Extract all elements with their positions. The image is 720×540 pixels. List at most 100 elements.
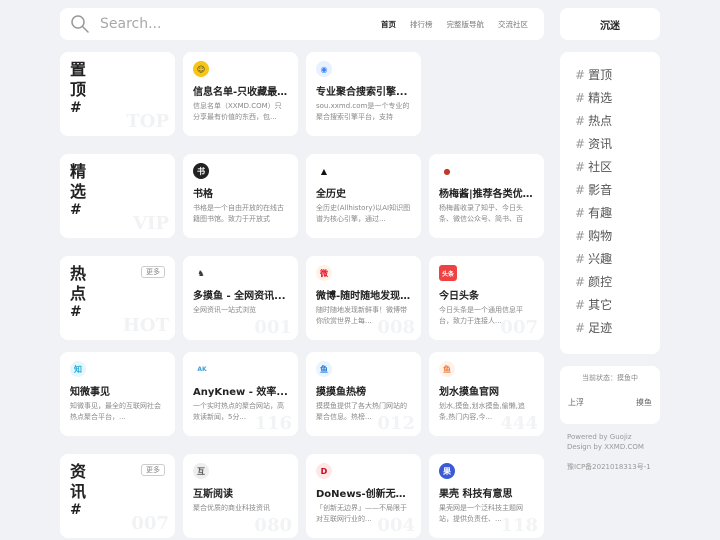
site-card[interactable]: 互互斯阅读 聚合优质的商业科技资讯 080 <box>183 454 298 538</box>
nav-community[interactable]: 交流社区 <box>498 19 528 30</box>
hash-icon: # <box>575 114 586 128</box>
sidebar-item[interactable]: # 颜控 <box>575 271 660 294</box>
site-description: 书格是一个自由开放的在线古籍图书馆。致力于开放式 <box>193 204 284 223</box>
section-label-news: 资讯 # 更多 007 <box>60 454 175 538</box>
more-button[interactable]: 更多 <box>141 266 165 278</box>
footer-design[interactable]: Design by XXMD.COM <box>567 442 651 452</box>
sidebar-item-label: 资讯 <box>588 137 613 151</box>
sidebar-item-label: 颜控 <box>588 275 613 289</box>
site-logo-icon: ▲ <box>316 163 332 179</box>
hash-icon: # <box>575 298 586 312</box>
site-card[interactable]: ▲ 全历史 全历史(Allhistory)以AI知识图谱为核心引擎，通过... <box>306 154 421 238</box>
sidebar-item[interactable]: # 资讯 <box>575 133 660 156</box>
footer-icp[interactable]: 豫ICP备2021018313号-1 <box>567 462 651 472</box>
site-card[interactable]: ♞ 多摸鱼 - 全网资讯... 全网资讯一站式浏览 001 <box>183 256 298 340</box>
site-name: 划水摸鱼官网 <box>439 387 499 398</box>
site-name: DoNews-创新无边... <box>316 489 411 500</box>
sidebar-item-label: 有趣 <box>588 206 613 220</box>
sidebar-item[interactable]: # 有趣 <box>575 202 660 225</box>
sidebar-item-label: 其它 <box>588 298 613 312</box>
hash-icon: # <box>575 160 586 174</box>
site-description: 知微事见，最全的互联网社会热点聚合平台，... <box>70 402 161 421</box>
card-watermark: 116 <box>254 413 292 434</box>
sidebar-item[interactable]: # 热点 <box>575 110 660 133</box>
card-watermark: 080 <box>254 515 292 536</box>
site-card[interactable]: 微微博-随时随地发现... 随时随地发现新鲜事！微博带你欣赏世界上每... 008 <box>306 256 421 340</box>
section-label-hot: 热点 # 更多 HOT <box>60 256 175 340</box>
site-card[interactable]: ● 杨梅酱|推荐各类优... 杨梅酱收录了知乎、今日头条、微信公众号、简书、百 <box>429 154 544 238</box>
card-watermark: 008 <box>377 317 415 338</box>
site-logo-icon: 微 <box>316 265 332 281</box>
sidebar-item[interactable]: # 其它 <box>575 294 660 317</box>
sidebar-item-label: 社区 <box>588 160 613 174</box>
section-label-featured: 精选 # VIP <box>60 154 175 238</box>
hash-icon: # <box>575 68 586 82</box>
site-logo-icon: 头条 <box>439 265 457 281</box>
card-watermark: 444 <box>500 413 538 434</box>
hash-icon: # <box>575 321 586 335</box>
site-description: 杨梅酱收录了知乎、今日头条、微信公众号、简书、百 <box>439 204 523 223</box>
sidebar-item[interactable]: # 购物 <box>575 225 660 248</box>
site-card[interactable]: 书书格 书格是一个自由开放的在线古籍图书馆。致力于开放式 <box>183 154 298 238</box>
sidebar-item-label: 足迹 <box>588 321 613 335</box>
site-logo-icon: 果 <box>439 463 455 479</box>
sidebar-item[interactable]: # 足迹 <box>575 317 660 340</box>
site-name: 信息名单-只收藏最... <box>193 87 288 98</box>
site-card[interactable]: D DoNews-创新无边... 「创新无边界」——不局限于对互联网行业的... 00… <box>306 454 421 538</box>
site-name: AnyKnew - 效率... <box>193 387 288 398</box>
sidebar-item-label: 置顶 <box>588 68 613 82</box>
card-watermark: 001 <box>254 317 292 338</box>
site-name: 杨梅酱|推荐各类优... <box>439 189 534 200</box>
site-card[interactable]: 头条 今日头条 今日头条是一个通用信息平台，致力于连接人... 007 <box>429 256 544 340</box>
card-watermark: 012 <box>377 413 415 434</box>
site-card[interactable]: ☺ 信息名单-只收藏最... 信息名单（XXMD.COM）只分享最有价值的东西，包.… <box>183 52 298 136</box>
site-card[interactable]: 鱼划水摸鱼官网 划水,摸鱼,划水摸鱼,偷懒,追条,热门内容,今... 444 <box>429 352 544 436</box>
site-card[interactable]: ◉ 专业聚合搜索引擎... sou.xxmd.com是一个专业的聚合搜索引擎平台，支… <box>306 52 421 136</box>
section-watermark: VIP <box>133 213 169 234</box>
sidebar-title: 沉迷 <box>560 8 660 40</box>
site-logo-icon: 鱼 <box>316 361 332 377</box>
site-card[interactable]: 果果壳 科技有意思 果壳网是一个泛科技主题网站，提供负责任、... 118 <box>429 454 544 538</box>
hash-icon: # <box>575 229 586 243</box>
site-card[interactable]: 知知微事见 知微事见，最全的互联网社会热点聚合平台，... <box>60 352 175 436</box>
site-card[interactable]: 鱼摸摸鱼热榜 摸摸鱼提供了各大热门网站的聚合信息。热榜... 012 <box>306 352 421 436</box>
site-logo-icon: ◉ <box>316 61 332 77</box>
sidebar-item-label: 精选 <box>588 91 613 105</box>
site-card[interactable]: AK AnyKnew - 效率... 一个实时热点的聚合网站，高效读新闻，5分...… <box>183 352 298 436</box>
more-button[interactable]: 更多 <box>141 464 165 476</box>
hash-icon: # <box>575 206 586 220</box>
search-input[interactable] <box>100 16 381 32</box>
site-logo-icon: 知 <box>70 361 86 377</box>
sidebar-item-label: 购物 <box>588 229 613 243</box>
search-bar: 首页 排行榜 完整版导航 交流社区 <box>60 8 544 40</box>
card-watermark: 004 <box>377 515 415 536</box>
site-name: 今日头条 <box>439 291 479 302</box>
slack-off-button[interactable]: 摸鱼 <box>636 397 652 408</box>
nav-full-version[interactable]: 完整版导航 <box>447 19 485 30</box>
hash-icon: # <box>575 183 586 197</box>
sidebar-item-label: 影音 <box>588 183 613 197</box>
hash-icon: # <box>575 275 586 289</box>
sidebar-item[interactable]: # 影音 <box>575 179 660 202</box>
sidebar-item[interactable]: # 兴趣 <box>575 248 660 271</box>
sidebar-item[interactable]: # 置顶 <box>575 64 660 87</box>
sidebar-item[interactable]: # 社区 <box>575 156 660 179</box>
site-logo-icon: AK <box>193 361 211 377</box>
site-logo-icon: 互 <box>193 463 209 479</box>
sidebar-item-label: 热点 <box>588 114 613 128</box>
nav-ranking[interactable]: 排行榜 <box>410 19 433 30</box>
site-logo-icon: ☺ <box>193 61 209 77</box>
section-title: 置顶 <box>70 60 87 99</box>
site-logo-icon: D <box>316 463 332 479</box>
sidebar-item[interactable]: # 精选 <box>575 87 660 110</box>
sidebar-menu: # 置顶 # 精选 # 热点 # 资讯 # 社区 # 影音 # 有趣 # 购物 # 兴趣 # 颜控 # 其它 # 足迹 <box>560 52 660 354</box>
nav-home[interactable]: 首页 <box>381 19 396 30</box>
site-description: sou.xxmd.com是一个专业的聚合搜索引擎平台，支持 <box>316 102 410 121</box>
site-name: 专业聚合搜索引擎... <box>316 87 408 98</box>
search-icon[interactable] <box>70 14 90 34</box>
float-up-button[interactable]: 上浮 <box>568 397 584 408</box>
section-watermark: HOT <box>122 315 169 336</box>
section-title: 精选 <box>70 162 87 201</box>
site-name: 书格 <box>193 189 213 200</box>
section-label-top: 置顶 # TOP <box>60 52 175 136</box>
